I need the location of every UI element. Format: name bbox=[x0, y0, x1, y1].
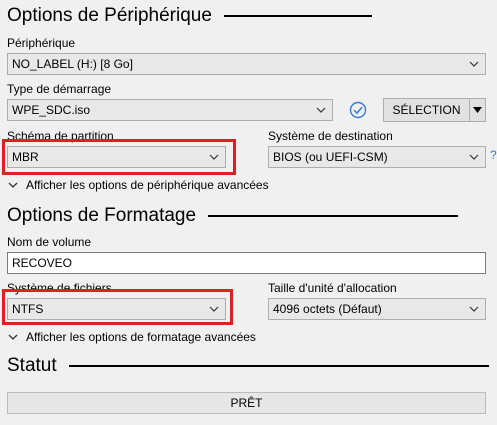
boot-type-dropdown[interactable]: WPE_SDC.iso bbox=[7, 99, 333, 121]
device-value: NO_LABEL (H:) [8 Go] bbox=[12, 57, 133, 71]
target-system-label: Système de destination bbox=[268, 129, 393, 143]
target-system-value: BIOS (ou UEFI-CSM) bbox=[273, 150, 388, 164]
status-title: Statut bbox=[7, 355, 57, 376]
format-options-heading: Options de Formatage bbox=[7, 205, 459, 227]
volume-name-value: RECOVEO bbox=[12, 256, 73, 270]
boot-type-value: WPE_SDC.iso bbox=[12, 103, 91, 117]
format-options-rule bbox=[208, 215, 459, 217]
chevron-down-icon bbox=[8, 182, 18, 188]
device-dropdown[interactable]: NO_LABEL (H:) [8 Go] bbox=[7, 53, 486, 75]
device-options-heading: Options de Périphérique bbox=[7, 5, 372, 27]
boot-type-label: Type de démarrage bbox=[7, 82, 112, 96]
format-options-title: Options de Formatage bbox=[7, 205, 197, 226]
status-heading: Statut bbox=[7, 355, 489, 377]
format-advanced-label: Afficher les options de formatage avancé… bbox=[26, 330, 256, 344]
device-options-rule bbox=[223, 15, 372, 17]
chevron-down-icon bbox=[469, 154, 479, 160]
select-button[interactable]: SÉLECTION bbox=[383, 98, 470, 122]
volume-name-input[interactable]: RECOVEO bbox=[7, 252, 486, 274]
device-advanced-toggle[interactable]: Afficher les options de périphérique ava… bbox=[8, 178, 269, 192]
filesystem-highlight bbox=[2, 289, 233, 325]
target-help-icon[interactable]: ? bbox=[490, 148, 497, 162]
status-rule bbox=[68, 365, 489, 367]
format-advanced-toggle[interactable]: Afficher les options de formatage avancé… bbox=[8, 330, 256, 344]
chevron-down-icon bbox=[469, 61, 479, 67]
device-label: Périphérique bbox=[7, 36, 76, 50]
status-progress-bar: PRÊT bbox=[7, 392, 486, 414]
chevron-down-icon bbox=[8, 334, 18, 340]
chevron-down-icon bbox=[469, 306, 479, 312]
cluster-size-value: 4096 octets (Défaut) bbox=[273, 302, 382, 316]
target-system-dropdown[interactable]: BIOS (ou UEFI-CSM) bbox=[268, 146, 486, 168]
cluster-size-label: Taille d'unité d'allocation bbox=[268, 281, 397, 295]
select-button-label: SÉLECTION bbox=[392, 103, 461, 117]
volume-label: Nom de volume bbox=[7, 235, 92, 249]
partition-highlight bbox=[2, 139, 236, 175]
select-dropdown-button[interactable] bbox=[469, 98, 486, 122]
device-advanced-label: Afficher les options de périphérique ava… bbox=[26, 178, 269, 192]
chevron-down-icon bbox=[316, 107, 326, 113]
device-options-title: Options de Périphérique bbox=[7, 5, 212, 26]
cluster-size-dropdown[interactable]: 4096 octets (Défaut) bbox=[268, 298, 486, 320]
caret-down-icon bbox=[473, 107, 482, 113]
status-text: PRÊT bbox=[230, 396, 263, 410]
check-circle-icon bbox=[349, 101, 367, 119]
